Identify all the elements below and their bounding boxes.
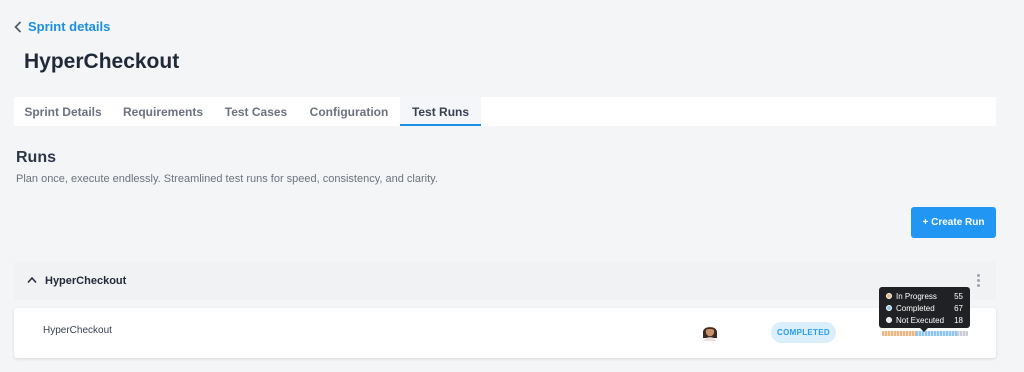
- tooltip-label: Completed: [896, 303, 935, 313]
- tooltip-label: Not Executed: [896, 315, 945, 325]
- progress-segment-not-executed: [956, 331, 968, 336]
- not-executed-dot-icon: [886, 317, 892, 323]
- tab-requirements[interactable]: Requirements: [112, 97, 214, 126]
- back-link-label: Sprint details: [28, 19, 111, 34]
- tooltip-row-in-progress: In Progress 55: [886, 290, 963, 302]
- run-group-name: HyperCheckout: [45, 275, 127, 287]
- tooltip-value: 67: [954, 303, 963, 313]
- tooltip-row-not-executed: Not Executed 18: [886, 314, 963, 326]
- tab-test-runs[interactable]: Test Runs: [400, 97, 481, 126]
- tab-configuration[interactable]: Configuration: [298, 97, 400, 126]
- run-row[interactable]: HyperCheckout COMPLETED: [14, 308, 996, 358]
- completed-dot-icon: [886, 305, 892, 311]
- status-badge: COMPLETED: [771, 322, 836, 343]
- tooltip-value: 18: [954, 315, 963, 325]
- run-group-header[interactable]: HyperCheckout: [14, 262, 996, 300]
- progress-segment-in-progress: [882, 331, 916, 336]
- chevron-left-icon: [14, 20, 22, 33]
- section-title: Runs: [16, 149, 56, 166]
- create-run-button[interactable]: + Create Run: [911, 207, 996, 238]
- run-name[interactable]: HyperCheckout: [43, 325, 112, 336]
- tooltip-value: 55: [954, 291, 963, 301]
- back-to-sprint-details-link[interactable]: Sprint details: [14, 19, 110, 34]
- chevron-up-icon[interactable]: [27, 276, 37, 284]
- progress-tooltip: In Progress 55 Completed 67 Not Executed…: [879, 287, 970, 332]
- tab-bar: Sprint Details Requirements Test Cases C…: [14, 97, 996, 126]
- page-title: HyperCheckout: [24, 50, 180, 73]
- assignee-avatar: [700, 321, 720, 341]
- in-progress-dot-icon: [886, 293, 892, 299]
- section-subtitle: Plan once, execute endlessly. Streamline…: [16, 173, 438, 185]
- more-options-icon[interactable]: [973, 273, 983, 289]
- tab-sprint-details[interactable]: Sprint Details: [14, 97, 112, 126]
- tooltip-label: In Progress: [896, 291, 937, 301]
- tooltip-row-completed: Completed 67: [886, 302, 963, 314]
- tab-test-cases[interactable]: Test Cases: [214, 97, 298, 126]
